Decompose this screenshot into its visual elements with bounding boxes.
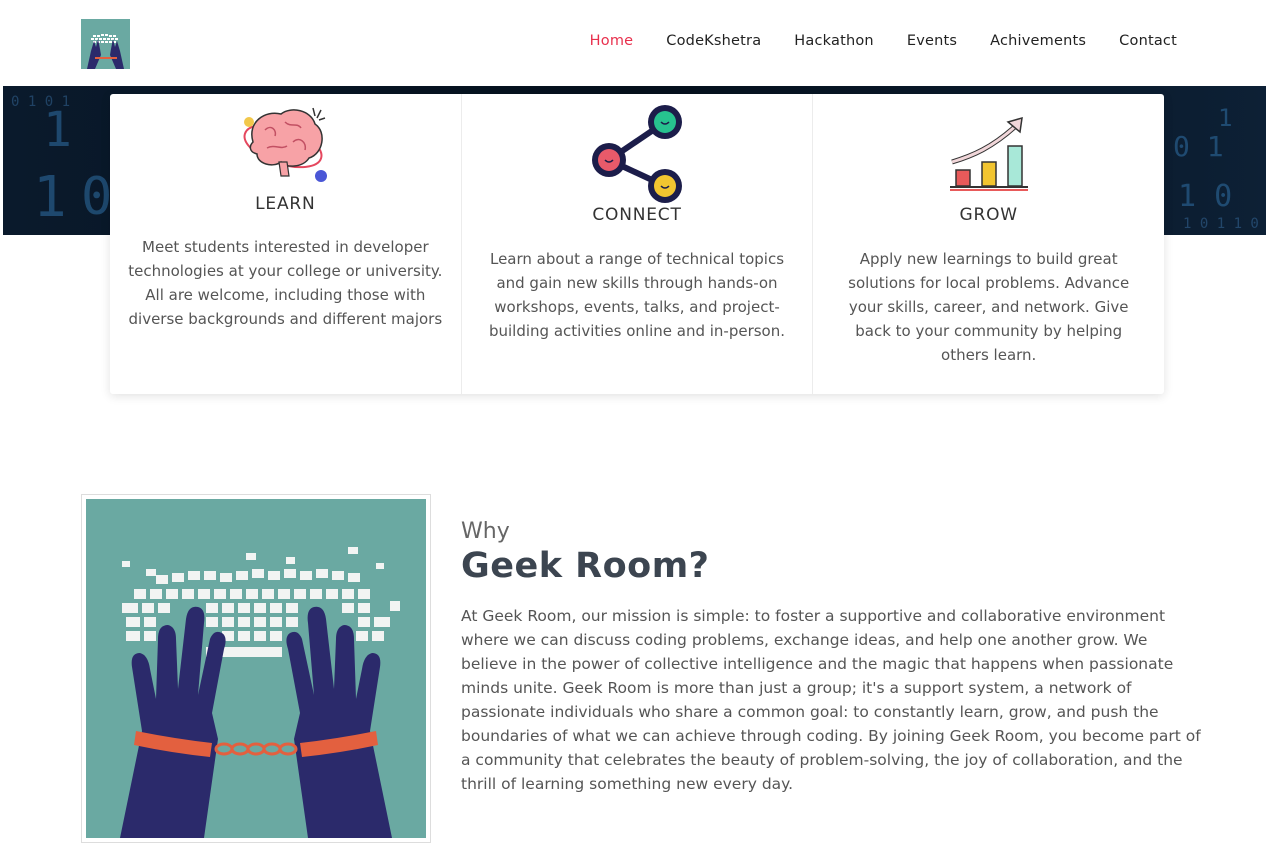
svg-text:0: 0: [81, 167, 112, 227]
why-title: Geek Room?: [461, 546, 710, 586]
card-text-learn: Meet students interested in developer te…: [128, 238, 443, 328]
why-description: At Geek Room, our mission is simple: to …: [461, 607, 1201, 793]
svg-text:0 1: 0 1: [1173, 130, 1224, 163]
feature-cards: LEARN Meet students interested in develo…: [110, 94, 1164, 394]
site-header: Home CodeKshetra Hackathon Events Achive…: [0, 0, 1269, 86]
brain-icon: [235, 102, 335, 188]
svg-text:0 1 0 1: 0 1 0 1: [11, 94, 70, 110]
svg-text:1: 1: [1218, 104, 1232, 132]
hands-on-keyboard-illustration: [81, 494, 431, 843]
card-connect: CONNECT Learn about a range of technical…: [462, 94, 814, 394]
svg-text:1 0 1 1 0: 1 0 1 1 0: [1183, 216, 1259, 232]
svg-text:1: 1: [43, 102, 72, 158]
card-title-connect: CONNECT: [592, 205, 682, 225]
card-grow: GROW Apply new learnings to build great …: [813, 94, 1164, 394]
growth-chart-icon: [946, 116, 1032, 194]
why-subtitle: Why: [461, 519, 510, 544]
nav-codekshetra[interactable]: CodeKshetra: [666, 33, 761, 49]
card-learn: LEARN Meet students interested in develo…: [110, 94, 462, 394]
main-nav: Home CodeKshetra Hackathon Events Achive…: [590, 33, 1177, 49]
card-title-grow: GROW: [959, 205, 1018, 225]
nav-home[interactable]: Home: [590, 33, 634, 49]
card-text-connect: Learn about a range of technical topics …: [488, 250, 786, 340]
network-icon: [587, 104, 687, 204]
nav-achivements[interactable]: Achivements: [990, 33, 1086, 49]
svg-text:1 0: 1 0: [1178, 179, 1232, 214]
nav-contact[interactable]: Contact: [1119, 33, 1177, 49]
nav-events[interactable]: Events: [907, 33, 957, 49]
svg-text:1: 1: [33, 165, 67, 230]
card-text-grow: Apply new learnings to build great solut…: [848, 250, 1130, 364]
nav-hackathon[interactable]: Hackathon: [794, 33, 874, 49]
geek-room-logo[interactable]: [81, 19, 130, 69]
card-title-learn: LEARN: [255, 194, 316, 214]
